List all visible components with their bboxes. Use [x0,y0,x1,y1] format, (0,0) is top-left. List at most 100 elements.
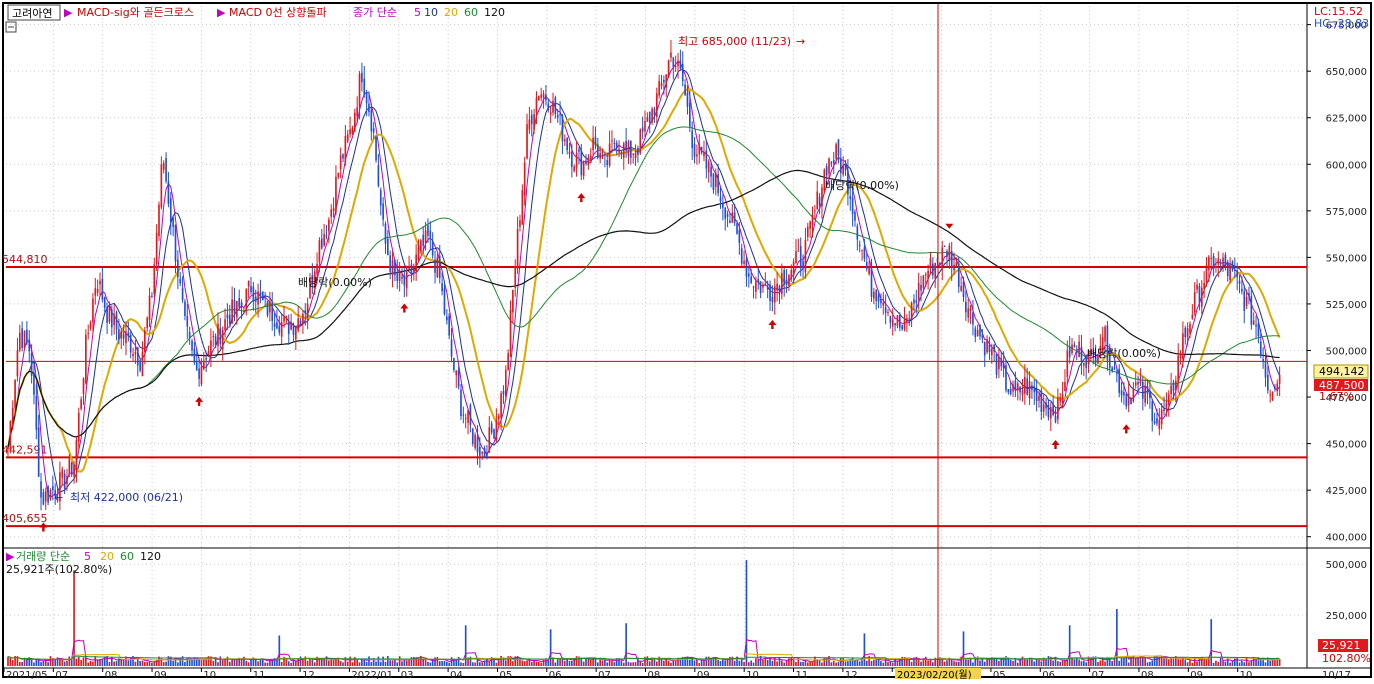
candle-body [405,271,408,289]
candle-body [177,259,179,278]
candle-body [1064,382,1066,391]
candle-body [266,301,269,316]
candle-body [1134,382,1137,386]
candle-body [1141,381,1144,399]
candle-body [707,161,710,173]
signal-arrow-stem [1125,429,1128,434]
volume-bar [1073,659,1076,666]
volume-bar [351,662,354,666]
volume-bar [575,656,578,666]
signal-arrow-stem [580,198,583,203]
candle-body [891,319,894,327]
candle-body [445,316,448,321]
candle-body [75,439,78,471]
volume-bar [802,661,804,666]
volume-bar [153,661,156,666]
volume-bar [228,661,231,666]
volume-bar [422,659,425,666]
candle-body [719,197,722,202]
volume-bar [1064,660,1066,666]
ma-period-20: 20 [444,6,458,19]
candle-body [1179,354,1182,358]
volume-bar [689,659,691,666]
candle-body [271,303,274,321]
candle-body [287,322,290,335]
candle-body [47,486,49,503]
candle-body [920,284,922,291]
candle-body [330,209,333,217]
candle-body [408,267,410,269]
x-tick-label: 10/17 [1322,670,1351,680]
candle-body [212,335,215,337]
volume-bar [1120,657,1123,666]
x-tick-label: 07 [598,670,611,680]
candle-body [52,486,54,490]
volume-bar [30,659,33,666]
candle-body [993,344,995,352]
candle-body [724,207,727,219]
volume-bar [375,661,377,666]
volume-bar [1271,659,1274,666]
volume-bar [122,660,125,666]
candle-body [755,281,757,292]
candle-body [1024,376,1026,394]
candle-body [1116,373,1118,375]
volume-bar [747,662,750,666]
volume-bar [1264,662,1267,666]
volume-bar [696,659,698,666]
volume-bar [733,660,736,666]
volume-bar [707,656,710,666]
candle-body [346,134,349,142]
volume-bar [89,660,92,666]
volume-bar [408,659,410,666]
volume-bar [660,658,663,666]
volume-bar [75,658,78,666]
candle-body [533,114,535,130]
candle-body [264,295,266,297]
volume-bar [1111,661,1113,666]
candle-body [304,310,307,314]
volume-bar [922,660,925,666]
candle-body [530,114,533,125]
volume-bar [887,661,889,666]
volume-bar [1224,661,1227,666]
candle-body [625,140,627,151]
volume-bar [247,662,250,666]
volume-bar [580,658,583,666]
candle-body [394,260,396,276]
volume-bar [882,662,885,666]
candle-body [486,453,488,458]
candle-body [169,198,172,223]
candle-body [1233,269,1236,271]
candle-body [752,286,755,288]
candle-body [1026,378,1029,395]
candle-body [464,418,467,420]
volume-bar [972,662,974,666]
candle-body [254,296,257,302]
volume-bar [967,659,970,666]
candle-body [733,212,736,223]
stock-chart[interactable]: 544,810442,591405,655 400,000425,000450,… [0,0,1374,681]
candle-body [674,66,677,68]
volume-bar [115,660,118,666]
candle-body [651,108,653,123]
y-tick-label: 400,000 [1326,533,1367,544]
candle-body [1186,328,1189,338]
candle-body [136,347,139,366]
candle-body [670,52,672,58]
volume-bar [278,635,281,666]
candle-body [740,248,743,264]
candle-body [545,94,547,101]
candle-body [1163,409,1165,411]
volume-bar [1080,661,1083,666]
horizontal-line-label: 544,810 [2,253,48,266]
volume-bar [184,661,186,666]
candle-body [884,307,887,313]
x-tick-label: 09 [697,670,710,680]
volume-bar [752,662,755,666]
candle-body [1219,263,1222,265]
candle-body [110,309,113,328]
volume-bar [745,560,748,666]
volume-bar [287,661,290,666]
candle-body [61,469,64,478]
